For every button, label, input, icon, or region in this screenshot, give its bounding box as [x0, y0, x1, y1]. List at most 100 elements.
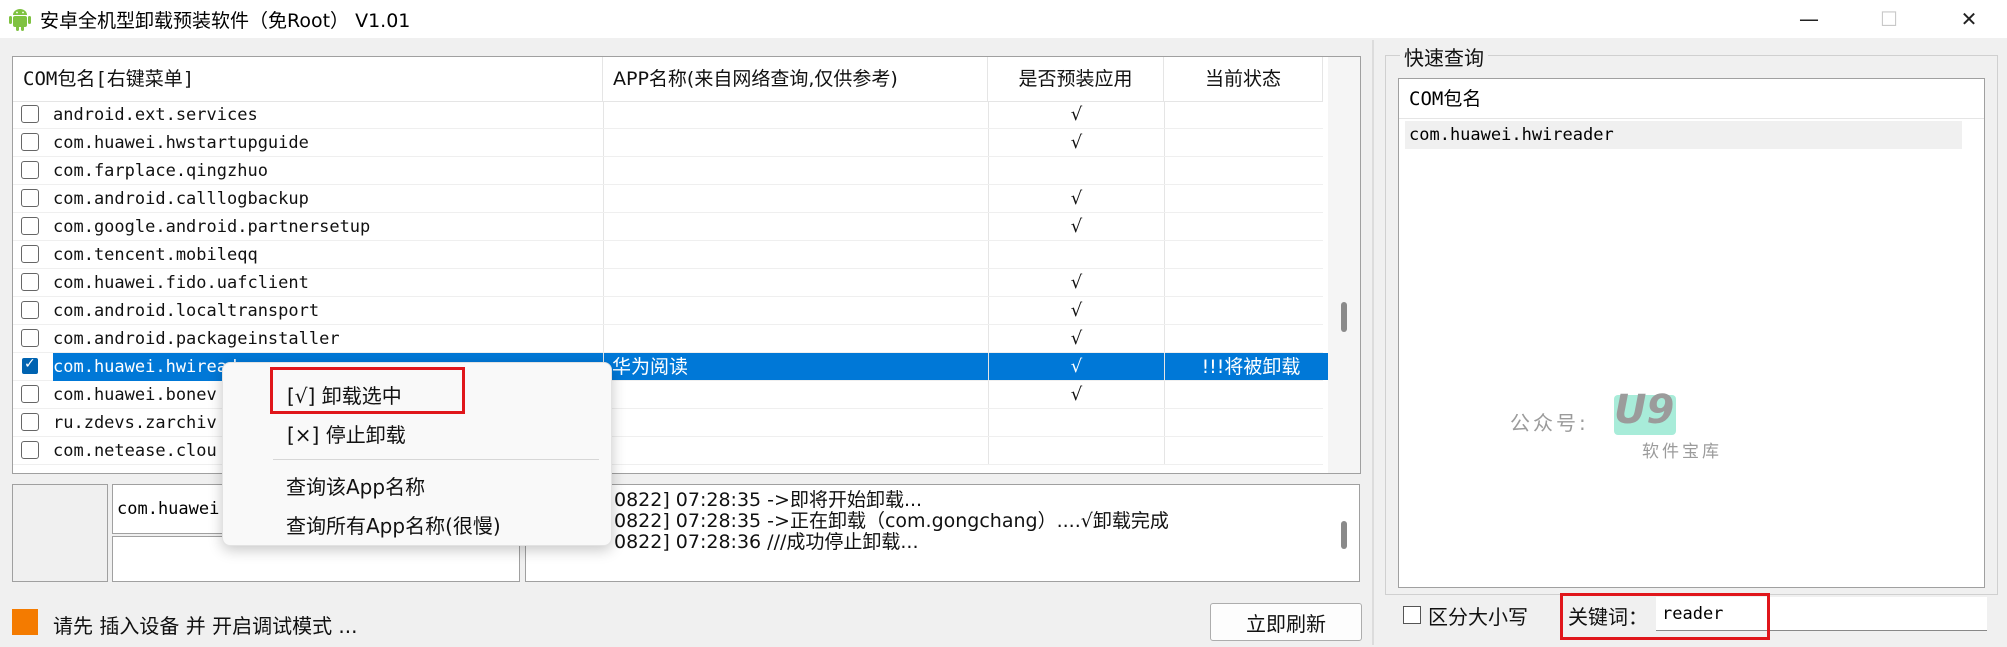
status-indicator [12, 609, 38, 635]
row-app-name [603, 185, 988, 212]
log-scrollbar-thumb[interactable] [1341, 521, 1347, 549]
row-checkbox[interactable] [21, 245, 39, 263]
maximize-button[interactable]: ☐ [1860, 0, 1918, 38]
row-app-name [603, 101, 988, 128]
row-package: com.huawei.hwstartupguide [53, 133, 309, 153]
row-checkbox[interactable] [21, 161, 39, 179]
row-checkbox[interactable] [21, 217, 39, 235]
watermark: 公众号: U9 软件宝库 [1510, 387, 1740, 465]
list-scrollbar-thumb[interactable] [1341, 302, 1347, 332]
row-app-name [603, 381, 988, 408]
row-package: com.android.localtransport [53, 301, 320, 321]
row-app-name [603, 409, 988, 436]
row-status [1164, 241, 1337, 268]
row-preinstalled: √ [988, 297, 1164, 324]
row-checkbox[interactable] [21, 273, 39, 291]
row-checkbox[interactable] [21, 385, 39, 403]
table-row[interactable]: com.huawei.bonev √ [13, 381, 1323, 409]
results-column-header[interactable]: COM包名 [1399, 79, 1984, 119]
row-status [1164, 129, 1337, 156]
row-status [1164, 101, 1337, 128]
row-package: com.google.android.partnersetup [53, 217, 371, 237]
row-app-name [603, 129, 988, 156]
search-results-list[interactable]: COM包名 com.huawei.hwireader [1398, 78, 1985, 588]
case-sensitive-checkbox[interactable] [1403, 606, 1421, 624]
row-checkbox[interactable] [21, 441, 39, 459]
android-app-icon [9, 9, 31, 31]
row-status: !!!将被卸载 [1164, 353, 1337, 380]
table-row[interactable]: com.android.calllogbackup √ [13, 185, 1323, 213]
row-app-name [603, 269, 988, 296]
row-package: com.huawei.fido.uafclient [53, 273, 309, 293]
row-checkbox[interactable] [21, 133, 39, 151]
log-line: 0822] 07:28:36 ///成功停止卸载... [614, 531, 919, 553]
table-row-selected[interactable]: com.huawei.hwireader华为阅读√!!!将被卸载 [13, 353, 1337, 381]
row-checkbox[interactable] [21, 329, 39, 347]
list-rows: android.ext.services √ com.huawei.hwstart… [13, 101, 1337, 465]
row-checkbox[interactable] [21, 105, 39, 123]
row-preinstalled: √ [988, 325, 1164, 352]
close-icon: ✕ [1960, 7, 1978, 31]
package-list[interactable]: COM包名[右键菜单] APP名称(来自网络查询,仅供参考) 是否预装应用 当前… [12, 56, 1361, 474]
row-status [1164, 409, 1337, 436]
row-checkbox[interactable] [21, 301, 39, 319]
menu-item-uninstall-selected[interactable]: [√] 卸载选中 [287, 380, 402, 409]
row-preinstalled [988, 409, 1164, 436]
row-package: com.farplace.qingzhuo [53, 161, 268, 181]
row-checkbox-checked[interactable] [21, 356, 39, 375]
column-header-app-name[interactable]: APP名称(来自网络查询,仅供参考) [603, 57, 988, 101]
menu-item-query-app-name[interactable]: 查询该App名称 [286, 471, 425, 500]
watermark-logo: U9 [1614, 387, 1675, 433]
watermark-subtitle: 软件宝库 [1642, 442, 1722, 462]
row-preinstalled: √ [988, 185, 1164, 212]
row-app-name [603, 437, 988, 464]
context-menu: [√] 卸载选中 [×] 停止卸载 查询该App名称 查询所有App名称(很慢) [222, 362, 612, 546]
row-app-name [603, 157, 988, 184]
list-scrollbar[interactable] [1328, 57, 1360, 473]
close-button[interactable]: ✕ [1940, 0, 1998, 38]
table-row[interactable]: com.huawei.hwstartupguide √ [13, 129, 1323, 157]
row-status [1164, 325, 1337, 352]
row-status [1164, 297, 1337, 324]
row-app-name [603, 297, 988, 324]
watermark-label: 公众号: [1510, 411, 1589, 435]
row-status [1164, 157, 1337, 184]
row-checkbox[interactable] [21, 413, 39, 431]
row-app-name [603, 325, 988, 352]
table-row[interactable]: com.farplace.qingzhuo [13, 157, 1323, 185]
row-preinstalled [988, 241, 1164, 268]
row-preinstalled: √ [988, 269, 1164, 296]
column-header-preinstalled[interactable]: 是否预装应用 [988, 57, 1164, 101]
table-row[interactable]: com.google.android.partnersetup √ [13, 213, 1323, 241]
table-row[interactable]: com.netease.clou [13, 437, 1323, 465]
panel-splitter[interactable] [1372, 40, 1374, 645]
keyword-input[interactable] [1656, 597, 1987, 631]
table-row[interactable]: com.huawei.fido.uafclient √ [13, 269, 1323, 297]
row-preinstalled: √ [988, 353, 1164, 380]
table-row[interactable]: ru.zdevs.zarchiv [13, 409, 1323, 437]
row-status [1164, 437, 1337, 464]
table-row[interactable]: com.tencent.mobileqq [13, 241, 1323, 269]
table-row[interactable]: android.ext.services √ [13, 101, 1323, 129]
menu-item-stop-uninstall[interactable]: [×] 停止卸载 [287, 419, 406, 448]
window-title: 安卓全机型卸载预装软件（免Root） V1.01 [40, 10, 411, 32]
column-header-package[interactable]: COM包名[右键菜单] [13, 57, 603, 101]
row-status [1164, 185, 1337, 212]
row-checkbox[interactable] [21, 189, 39, 207]
row-preinstalled: √ [988, 129, 1164, 156]
title-bar: 安卓全机型卸载预装软件（免Root） V1.01 — ☐ ✕ [0, 0, 2007, 38]
row-preinstalled: √ [988, 101, 1164, 128]
minimize-button[interactable]: — [1780, 0, 1838, 38]
row-status [1164, 269, 1337, 296]
row-package: com.tencent.mobileqq [53, 245, 258, 265]
row-preinstalled [988, 437, 1164, 464]
case-sensitive-label[interactable]: 区分大小写 [1428, 601, 1528, 630]
menu-item-query-all-app-names[interactable]: 查询所有App名称(很慢) [286, 510, 501, 539]
column-header-status[interactable]: 当前状态 [1164, 57, 1323, 101]
result-item[interactable]: com.huawei.hwireader [1405, 121, 1962, 149]
refresh-button[interactable]: 立即刷新 [1210, 603, 1362, 641]
maximize-icon: ☐ [1880, 7, 1898, 31]
row-package: android.ext.services [53, 105, 258, 125]
table-row[interactable]: com.android.packageinstaller √ [13, 325, 1323, 353]
table-row[interactable]: com.android.localtransport √ [13, 297, 1323, 325]
